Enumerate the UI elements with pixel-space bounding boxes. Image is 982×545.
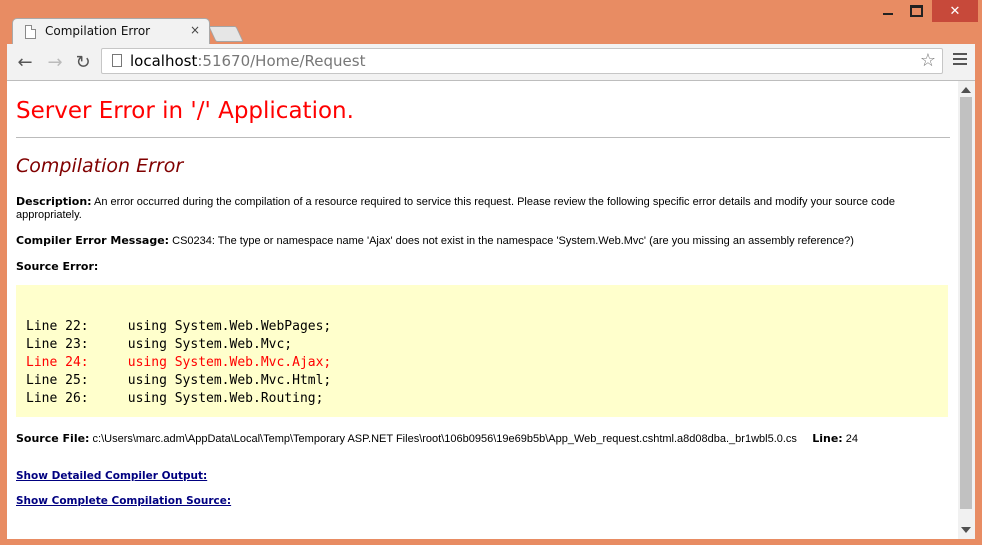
code-line: Line 25: using System.Web.Mvc.Html;: [26, 372, 331, 390]
code-line-text: using System.Web.Mvc;: [127, 337, 293, 352]
show-compilation-source-link[interactable]: Show Complete Compilation Source:: [16, 495, 231, 507]
line-value: 24: [845, 433, 859, 445]
code-line-number: Line 24:: [26, 355, 89, 370]
description-label: Description:: [16, 195, 92, 208]
source-file-label: Source File:: [16, 432, 90, 445]
page-icon: [25, 25, 36, 39]
back-icon[interactable]: ←: [13, 50, 37, 74]
code-line-number: Line 25:: [26, 373, 89, 388]
reload-icon[interactable]: ↻: [71, 50, 95, 74]
menu-icon[interactable]: [953, 53, 967, 68]
forward-icon[interactable]: →: [43, 50, 67, 74]
close-icon: ✕: [949, 3, 961, 19]
code-line-text: using System.Web.WebPages;: [127, 319, 332, 334]
address-bar[interactable]: localhost:51670/Home/Request ☆: [101, 48, 943, 74]
source-file-path: c:\Users\marc.adm\AppData\Local\Temp\Tem…: [92, 433, 797, 445]
code-line-number: Line 22:: [26, 319, 89, 334]
scrollbar-thumb[interactable]: [960, 97, 972, 509]
code-line-text: using System.Web.Mvc.Html;: [127, 373, 332, 388]
page-icon: [112, 54, 122, 67]
description-text: An error occurred during the compilation…: [16, 196, 895, 221]
line-label: Line:: [812, 432, 843, 445]
url-path: :51670/Home/Request: [197, 52, 366, 70]
tab-close-icon[interactable]: ×: [190, 23, 200, 37]
source-error-label: Source Error:: [16, 260, 99, 273]
code-line: Line 26: using System.Web.Routing;: [26, 390, 331, 408]
vertical-scrollbar[interactable]: [958, 81, 975, 539]
code-line: Line 22: using System.Web.WebPages;: [26, 318, 331, 336]
scroll-down-icon[interactable]: [961, 527, 971, 533]
url-host: localhost: [130, 52, 198, 70]
star-icon[interactable]: ☆: [920, 50, 936, 71]
code-line-number: Line 23:: [26, 337, 89, 352]
source-file: Source File: c:\Users\marc.adm\AppData\L…: [16, 432, 936, 446]
tab-title: Compilation Error: [45, 24, 151, 38]
browser-toolbar: ← → ↻ localhost:51670/Home/Request ☆: [7, 44, 975, 81]
page-title: Server Error in '/' Application.: [16, 98, 354, 124]
close-window-button[interactable]: ✕: [932, 0, 978, 22]
browser-window: ✕ Compilation Error × ← → ↻ localhost:51…: [0, 0, 982, 545]
url-text[interactable]: localhost:51670/Home/Request: [130, 52, 365, 70]
source-error-heading: Source Error:: [16, 260, 936, 274]
new-tab-button[interactable]: [208, 26, 244, 42]
code-line-number: Line 26:: [26, 391, 89, 406]
tab-compilation-error[interactable]: Compilation Error ×: [12, 18, 210, 45]
compiler-error-label: Compiler Error Message:: [16, 234, 170, 247]
minimize-button[interactable]: [874, 0, 902, 22]
show-compiler-output-link[interactable]: Show Detailed Compiler Output:: [16, 470, 207, 482]
description: Description: An error occurred during th…: [16, 195, 936, 222]
code-line: Line 23: using System.Web.Mvc;: [26, 336, 331, 354]
minimize-icon: [883, 13, 893, 15]
maximize-icon: [909, 5, 923, 17]
code-line-text: using System.Web.Mvc.Ajax;: [127, 355, 332, 370]
compiler-error-message: Compiler Error Message: CS0234: The type…: [16, 234, 936, 248]
code-line: Line 24: using System.Web.Mvc.Ajax;: [26, 354, 331, 372]
page-subtitle: Compilation Error: [16, 155, 184, 177]
page-content: Server Error in '/' Application. Compila…: [7, 81, 958, 539]
source-code-box: Line 22: using System.Web.WebPages; Line …: [16, 285, 948, 417]
compiler-error-text: CS0234: The type or namespace name 'Ajax…: [172, 235, 854, 247]
code-line-text: using System.Web.Routing;: [127, 391, 324, 406]
divider: [16, 137, 950, 138]
source-code: Line 22: using System.Web.WebPages; Line …: [26, 318, 331, 408]
maximize-button[interactable]: [902, 0, 930, 22]
scroll-up-icon[interactable]: [961, 87, 971, 93]
